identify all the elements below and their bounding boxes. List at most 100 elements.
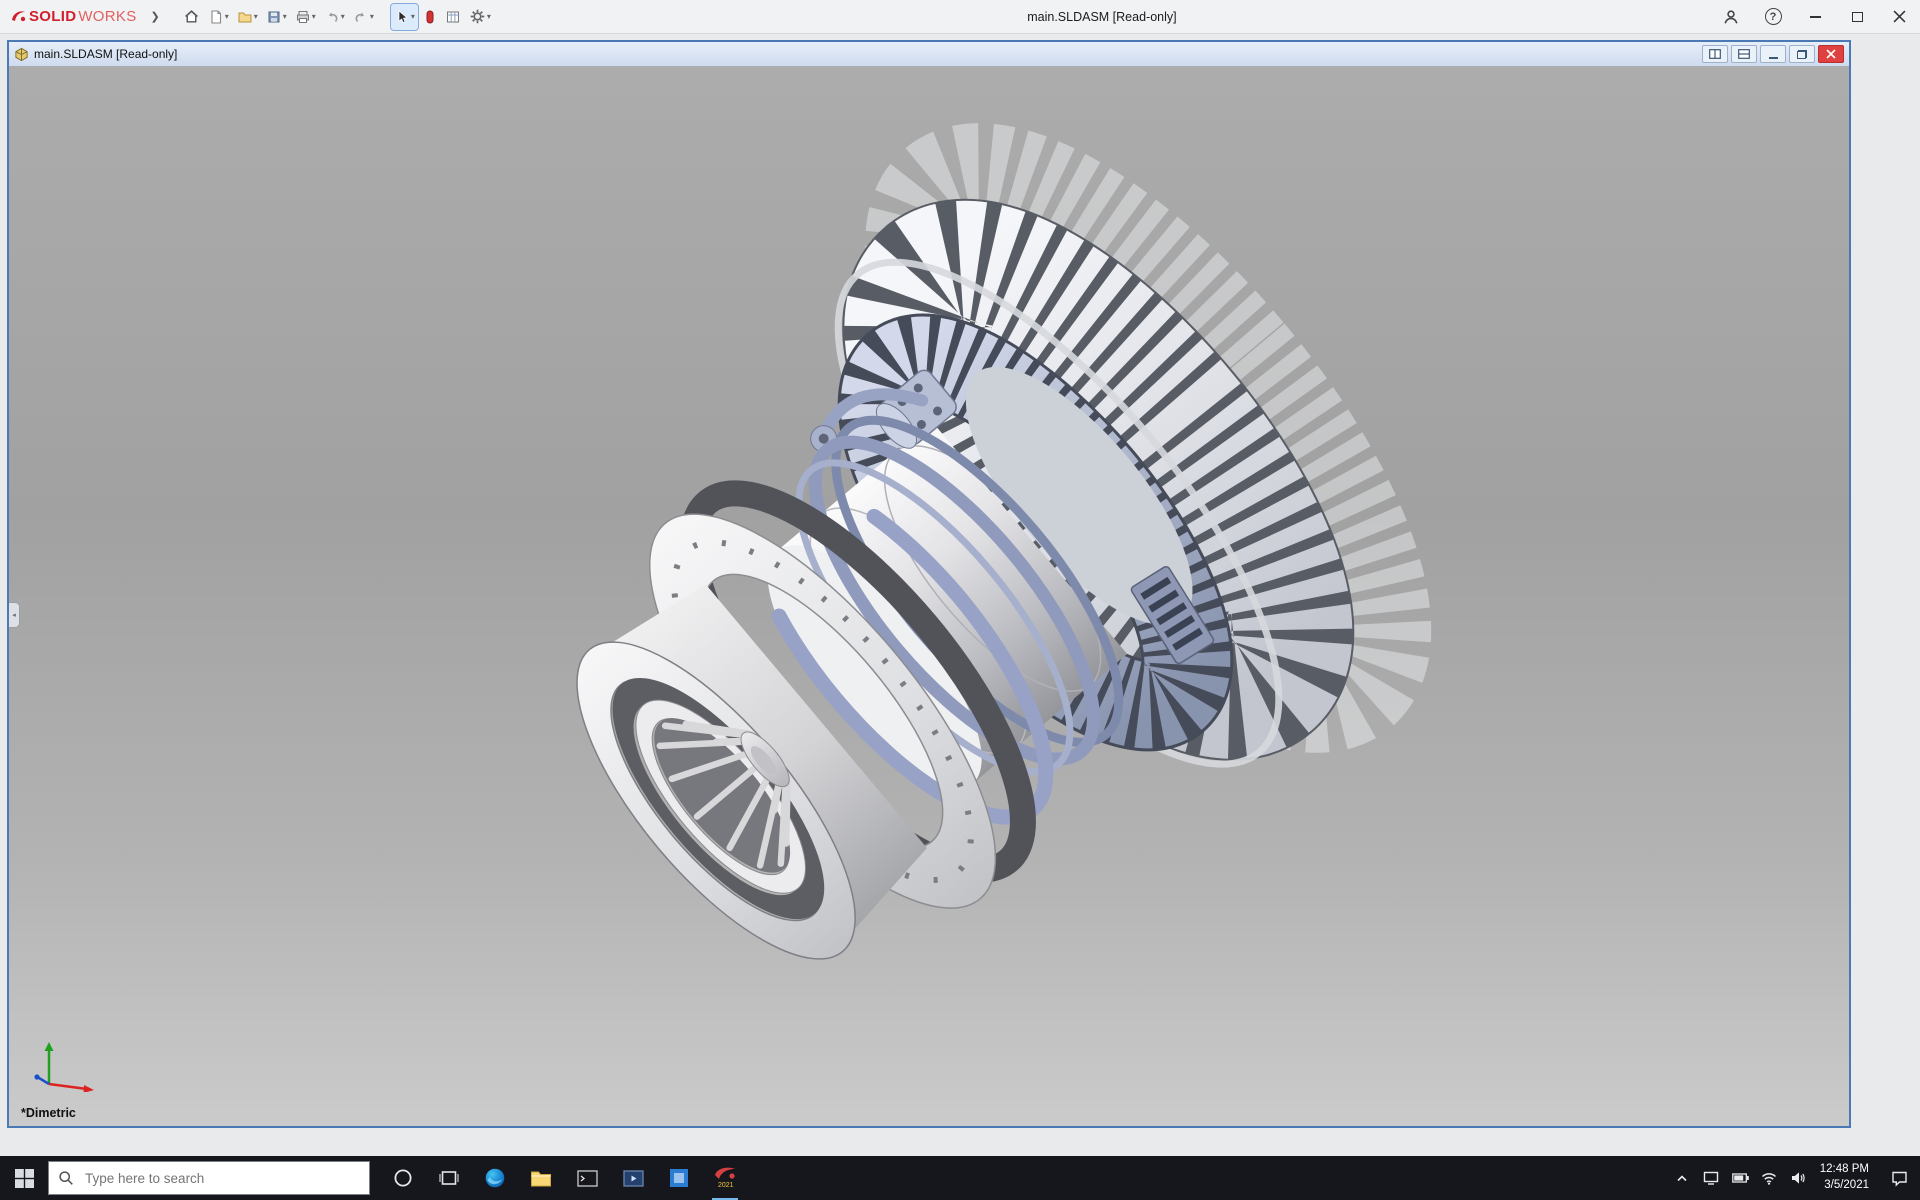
open-button[interactable]: ▾ xyxy=(234,4,261,30)
action-center-icon xyxy=(1891,1170,1908,1187)
close-icon xyxy=(1893,10,1906,23)
taskbar-media-player-button[interactable] xyxy=(610,1156,656,1200)
tray-expand-button[interactable] xyxy=(1668,1156,1697,1200)
options-button[interactable]: ▾ xyxy=(466,4,494,30)
taskbar-clock[interactable]: 12:48 PM 3/5/2021 xyxy=(1813,1162,1878,1193)
console-window-icon xyxy=(577,1170,598,1187)
options-caret[interactable]: ▾ xyxy=(487,12,491,21)
pc-monitor-icon xyxy=(1703,1171,1719,1185)
print-icon xyxy=(295,9,311,25)
tray-battery-button[interactable] xyxy=(1726,1156,1755,1200)
taskbar-cortana-button[interactable] xyxy=(380,1156,426,1200)
view-orientation-label: *Dimetric xyxy=(21,1106,76,1120)
doc-restore-icon xyxy=(1797,50,1807,59)
search-icon xyxy=(58,1170,74,1186)
redo-button[interactable]: ▾ xyxy=(350,4,377,30)
open-caret[interactable]: ▾ xyxy=(254,12,258,21)
snapshot-button[interactable] xyxy=(420,4,440,30)
taskbar-search[interactable] xyxy=(48,1161,370,1195)
taskbar-task-view-button[interactable] xyxy=(426,1156,472,1200)
search-input[interactable] xyxy=(83,1170,360,1187)
save-button[interactable]: ▾ xyxy=(263,4,290,30)
graphics-viewport[interactable]: *Dimetric ◂ xyxy=(9,66,1849,1126)
minimize-icon xyxy=(1810,16,1821,18)
save-icon xyxy=(266,9,282,25)
photos-app-icon xyxy=(669,1168,689,1188)
doc-minimize-icon xyxy=(1769,57,1778,59)
windows-start-icon xyxy=(15,1169,34,1188)
taskbar-photos-button[interactable] xyxy=(656,1156,702,1200)
tile-vertical-icon xyxy=(1709,49,1721,59)
system-tray: 12:48 PM 3/5/2021 xyxy=(1668,1156,1920,1200)
svg-text:2021: 2021 xyxy=(718,1182,734,1189)
battery-icon xyxy=(1732,1173,1749,1183)
menu-expand-icon[interactable]: ❯ xyxy=(145,10,166,23)
windows-taskbar: 2021 xyxy=(0,1156,1920,1200)
help-icon: ? xyxy=(1765,8,1782,25)
engine-3d-model[interactable] xyxy=(9,66,1849,1126)
panel-collapse-arrow[interactable]: ◂ xyxy=(9,602,20,628)
print-button[interactable]: ▾ xyxy=(292,4,319,30)
tile-vertical-button[interactable] xyxy=(1702,45,1728,63)
taskbar-edge-button[interactable] xyxy=(472,1156,518,1200)
clock-time: 12:48 PM xyxy=(1820,1162,1869,1178)
maximize-icon xyxy=(1852,12,1863,22)
action-center-button[interactable] xyxy=(1878,1156,1920,1200)
brand-works: WORKS xyxy=(78,8,136,25)
redo-caret[interactable]: ▾ xyxy=(370,12,374,21)
document-title: main.SLDASM [Read-only] xyxy=(34,47,177,61)
doc-minimize-button[interactable] xyxy=(1760,45,1786,63)
help-button[interactable]: ? xyxy=(1752,0,1794,34)
user-account-icon xyxy=(1722,8,1740,26)
solidworks-logo: SOLIDWORKS xyxy=(0,8,145,25)
orientation-triad xyxy=(31,1034,101,1092)
open-folder-icon xyxy=(237,9,253,25)
doc-close-button[interactable] xyxy=(1818,45,1844,63)
clock-date: 3/5/2021 xyxy=(1820,1178,1869,1194)
taskbar-solidworks-button[interactable]: 2021 xyxy=(702,1156,748,1200)
doc-restore-button[interactable] xyxy=(1789,45,1815,63)
home-button[interactable] xyxy=(180,4,203,30)
options-gear-icon xyxy=(469,8,486,25)
app-window-controls: ? xyxy=(1710,0,1920,34)
print-caret[interactable]: ▾ xyxy=(312,12,316,21)
account-button[interactable] xyxy=(1710,0,1752,34)
new-document-button[interactable]: ▾ xyxy=(205,4,232,30)
document-window-controls xyxy=(1702,45,1844,63)
engine-assembly[interactable] xyxy=(452,113,1449,1095)
home-icon xyxy=(183,8,200,25)
minimize-button[interactable] xyxy=(1794,0,1836,34)
document-titlebar[interactable]: main.SLDASM [Read-only] xyxy=(9,42,1849,66)
main-toolbar: ▾ ▾ ▾ ▾ xyxy=(180,4,494,30)
new-document-caret[interactable]: ▾ xyxy=(225,12,229,21)
speaker-icon xyxy=(1790,1171,1806,1185)
wifi-icon xyxy=(1761,1172,1777,1185)
tile-horizontal-button[interactable] xyxy=(1731,45,1757,63)
undo-icon xyxy=(324,9,340,25)
redo-icon xyxy=(353,9,369,25)
save-caret[interactable]: ▾ xyxy=(283,12,287,21)
tray-network-button[interactable] xyxy=(1755,1156,1784,1200)
tray-volume-button[interactable] xyxy=(1784,1156,1813,1200)
select-cursor-icon xyxy=(394,9,410,25)
undo-button[interactable]: ▾ xyxy=(321,4,348,30)
close-button[interactable] xyxy=(1878,0,1920,34)
edge-browser-icon xyxy=(484,1167,506,1189)
start-button[interactable] xyxy=(0,1156,48,1200)
design-table-icon xyxy=(445,9,461,25)
new-document-icon xyxy=(208,9,224,25)
file-explorer-icon xyxy=(530,1169,552,1188)
snapshot-icon xyxy=(423,9,437,25)
design-table-button[interactable] xyxy=(442,4,464,30)
undo-caret[interactable]: ▾ xyxy=(341,12,345,21)
brand-solid: SOLID xyxy=(29,8,76,25)
solidworks-logo-icon xyxy=(10,8,27,25)
taskbar-file-explorer-button[interactable] xyxy=(518,1156,564,1200)
select-tool-button[interactable]: ▾ xyxy=(391,4,418,30)
maximize-button[interactable] xyxy=(1836,0,1878,34)
tray-pc-button[interactable] xyxy=(1697,1156,1726,1200)
app-titlebar: SOLIDWORKS ❯ ▾ ▾ xyxy=(0,0,1920,34)
select-caret[interactable]: ▾ xyxy=(411,12,415,21)
taskbar-console-button[interactable] xyxy=(564,1156,610,1200)
document-window: main.SLDASM [Read-only] xyxy=(7,40,1851,1128)
